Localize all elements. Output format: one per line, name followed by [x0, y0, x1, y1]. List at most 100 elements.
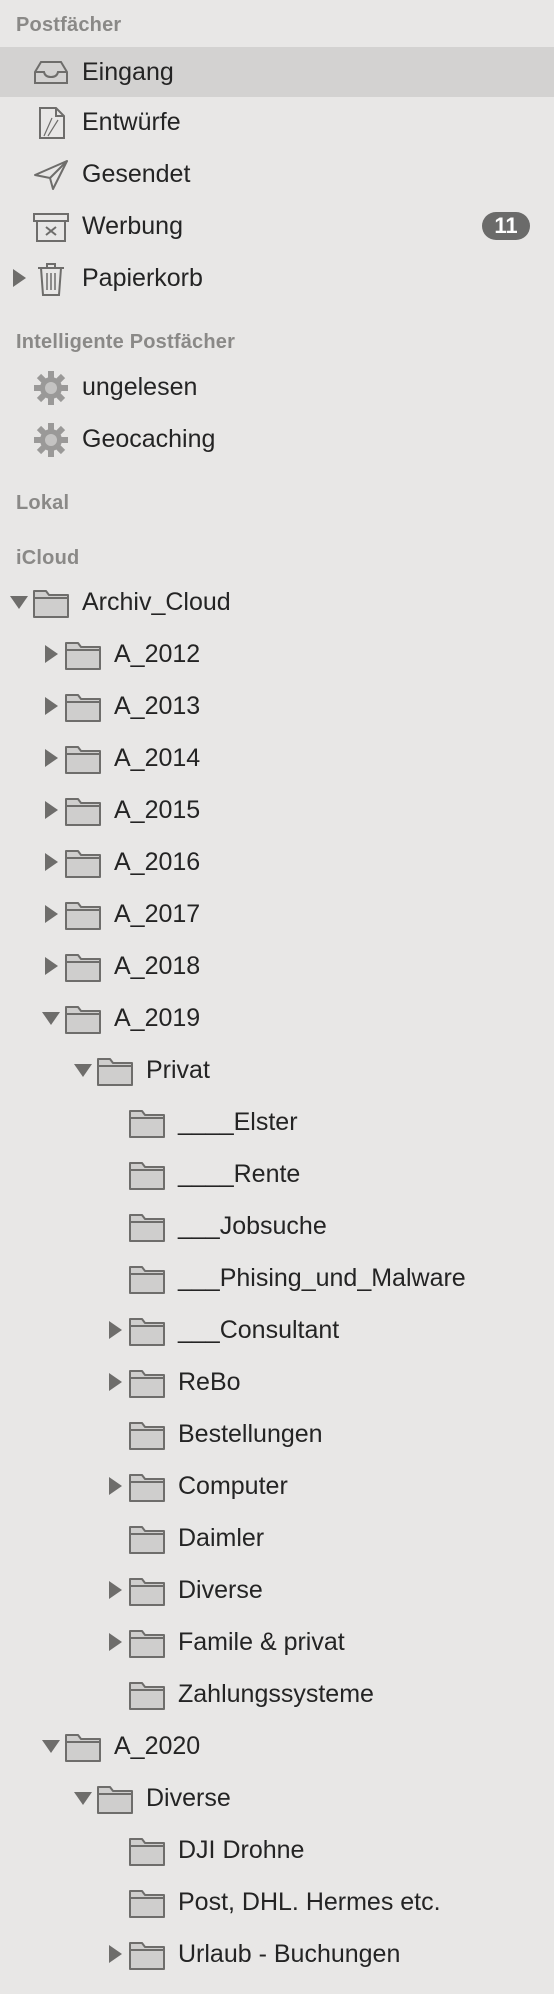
folder-row[interactable]: Privat [0, 1045, 554, 1095]
folder-label: ___Phising_und_Malware [178, 1264, 466, 1292]
disclosure-triangle[interactable] [8, 267, 30, 289]
folder-icon [64, 950, 102, 984]
smart-mailbox-geocaching[interactable]: Geocaching [0, 414, 554, 464]
folder-row[interactable]: A_2015 [0, 785, 554, 835]
chevron-right-icon [108, 1477, 122, 1495]
folder-row[interactable]: ____Rente [0, 1149, 554, 1199]
smart-mailbox-label: Geocaching [82, 425, 216, 453]
gear-icon [32, 371, 70, 405]
section-header-postfaecher[interactable]: Postfächer [16, 14, 121, 37]
disclosure-triangle[interactable] [104, 1631, 126, 1653]
folder-icon [128, 1470, 166, 1504]
folder-icon [128, 1574, 166, 1608]
mail-sidebar: Postfächer Eingang Entwürfe Gesendet Wer… [0, 0, 554, 1994]
folder-row[interactable]: A_2018 [0, 941, 554, 991]
folder-row[interactable]: Diverse [0, 1773, 554, 1823]
folder-icon [64, 1730, 102, 1764]
folder-label: Archiv_Cloud [82, 588, 231, 616]
folder-row[interactable]: A_2013 [0, 681, 554, 731]
disclosure-triangle[interactable] [40, 955, 62, 977]
disclosure-triangle[interactable] [104, 1319, 126, 1341]
chevron-right-icon [44, 697, 58, 715]
folder-row[interactable]: Famile & privat [0, 1617, 554, 1667]
disclosure-triangle[interactable] [104, 1943, 126, 1965]
disclosure-triangle[interactable] [104, 1579, 126, 1601]
folder-label: Daimler [178, 1524, 265, 1552]
folder-row[interactable]: ___Jobsuche [0, 1201, 554, 1251]
folder-row[interactable]: ___Phising_und_Malware [0, 1253, 554, 1303]
folder-label: Diverse [146, 1784, 231, 1812]
folder-icon [128, 1366, 166, 1400]
folder-label: Famile & privat [178, 1628, 345, 1656]
disclosure-triangle[interactable] [40, 799, 62, 821]
section-header-lokal[interactable]: Lokal [16, 492, 69, 515]
unread-count-badge: 11 [482, 212, 530, 240]
disclosure-triangle[interactable] [72, 1059, 94, 1081]
disclosure-triangle[interactable] [104, 1475, 126, 1497]
mailbox-papierkorb[interactable]: Papierkorb [0, 253, 554, 303]
trash-icon [32, 262, 70, 296]
disclosure-triangle[interactable] [40, 851, 62, 873]
folder-row[interactable]: Archiv_Cloud [0, 577, 554, 627]
folder-label: DJI Drohne [178, 1836, 305, 1864]
folder-row[interactable]: ____Elster [0, 1097, 554, 1147]
folder-row[interactable]: DJI Drohne [0, 1825, 554, 1875]
folder-row[interactable]: Zahlungssysteme [0, 1669, 554, 1719]
inbox-icon [32, 56, 70, 90]
folder-label: A_2019 [114, 1004, 201, 1032]
folder-row[interactable]: A_2014 [0, 733, 554, 783]
disclosure-triangle[interactable] [40, 903, 62, 925]
folder-label: ____Rente [178, 1160, 301, 1188]
folder-row[interactable]: Computer [0, 1461, 554, 1511]
folder-label: ___Consultant [178, 1316, 340, 1344]
section-header-smart-mailboxes[interactable]: Intelligente Postfächer [16, 331, 235, 354]
disclosure-triangle[interactable] [40, 643, 62, 665]
disclosure-triangle[interactable] [8, 591, 30, 613]
folder-icon [128, 1834, 166, 1868]
folder-label: A_2020 [114, 1732, 201, 1760]
chevron-right-icon [44, 645, 58, 663]
drafts-icon [32, 106, 70, 140]
chevron-right-icon [108, 1581, 122, 1599]
chevron-right-icon [108, 1321, 122, 1339]
folder-label: Urlaub - Buchungen [178, 1940, 401, 1968]
disclosure-triangle[interactable] [40, 1735, 62, 1757]
chevron-right-icon [108, 1633, 122, 1651]
folder-row[interactable]: Diverse [0, 1565, 554, 1615]
folder-row[interactable]: ___Consultant [0, 1305, 554, 1355]
smart-mailbox-ungelesen[interactable]: ungelesen [0, 362, 554, 412]
folder-icon [96, 1054, 134, 1088]
folder-icon [64, 1002, 102, 1036]
disclosure-triangle[interactable] [72, 1787, 94, 1809]
folder-row[interactable]: A_2019 [0, 993, 554, 1043]
disclosure-triangle[interactable] [40, 747, 62, 769]
chevron-down-icon [42, 1011, 60, 1025]
mailbox-label: Entwürfe [82, 108, 181, 136]
folder-icon [128, 1522, 166, 1556]
mailbox-gesendet[interactable]: Gesendet [0, 149, 554, 199]
mailbox-werbung[interactable]: Werbung 11 [0, 201, 554, 251]
folder-row[interactable]: Urlaub - Buchungen [0, 1929, 554, 1979]
folder-row[interactable]: A_2016 [0, 837, 554, 887]
chevron-right-icon [44, 749, 58, 767]
folder-row[interactable]: ReBo [0, 1357, 554, 1407]
chevron-right-icon [44, 905, 58, 923]
folder-row[interactable]: A_2017 [0, 889, 554, 939]
folder-label: A_2016 [114, 848, 201, 876]
junk-icon [32, 210, 70, 244]
folder-row[interactable]: A_2020 [0, 1721, 554, 1771]
gear-icon [32, 423, 70, 457]
section-header-icloud[interactable]: iCloud [16, 547, 79, 570]
disclosure-triangle[interactable] [104, 1371, 126, 1393]
folder-icon [64, 690, 102, 724]
mailbox-entwuerfe[interactable]: Entwürfe [0, 97, 554, 147]
mailbox-eingang[interactable]: Eingang [0, 47, 554, 97]
folder-row[interactable]: Bestellungen [0, 1409, 554, 1459]
folder-row[interactable]: A_2012 [0, 629, 554, 679]
disclosure-triangle[interactable] [40, 1007, 62, 1029]
folder-icon [64, 898, 102, 932]
chevron-right-icon [44, 801, 58, 819]
folder-row[interactable]: Post, DHL. Hermes etc. [0, 1877, 554, 1927]
folder-row[interactable]: Daimler [0, 1513, 554, 1563]
disclosure-triangle[interactable] [40, 695, 62, 717]
